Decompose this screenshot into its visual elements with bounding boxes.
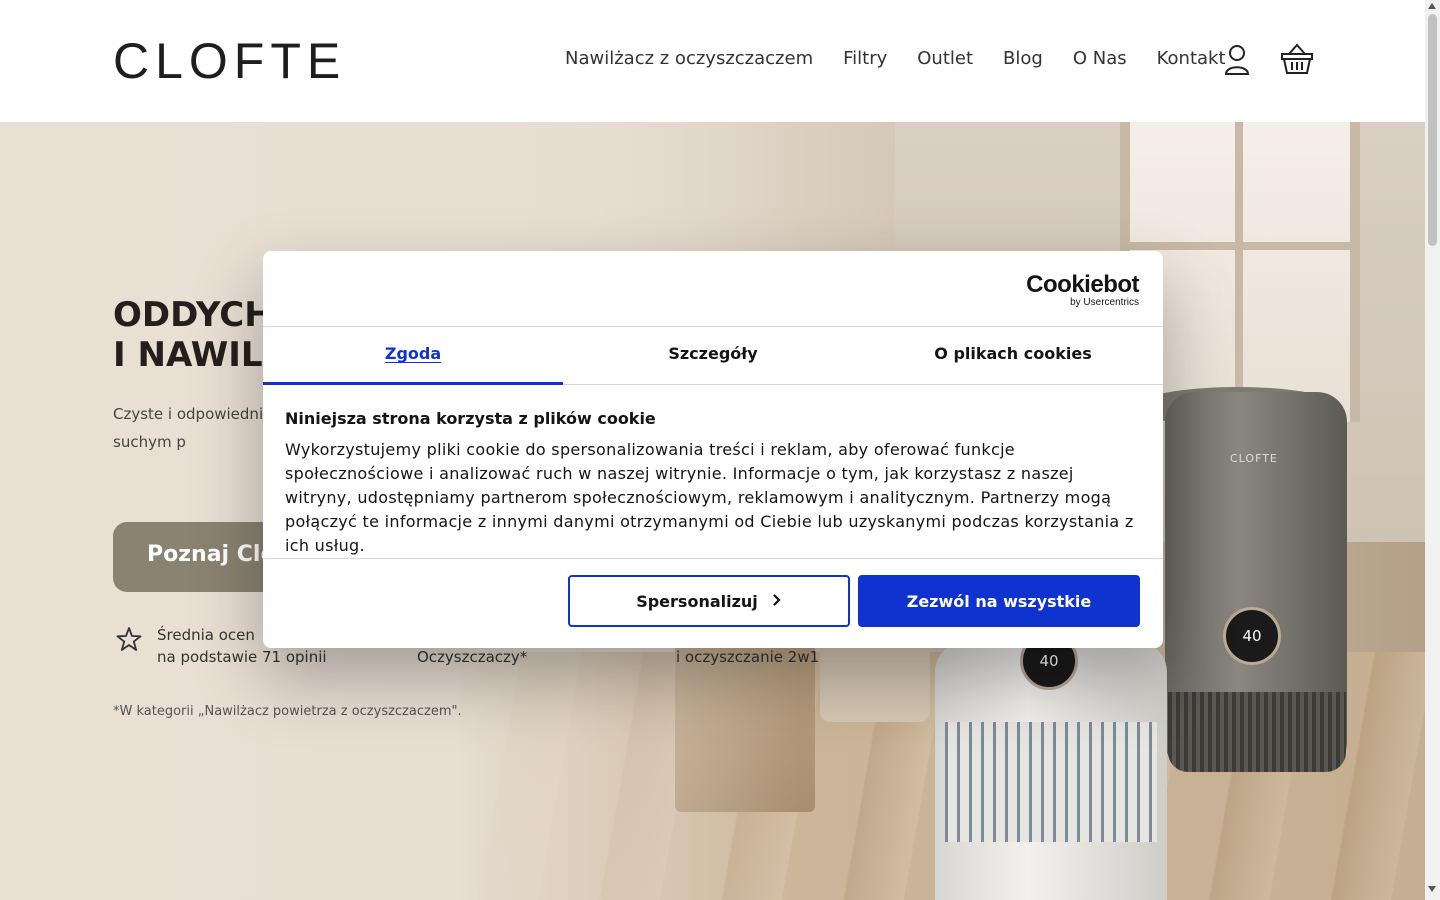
scroll-up-arrow-icon[interactable] [1428, 3, 1436, 9]
purifier-display: 40 [1223, 607, 1281, 665]
cookie-body: Niniejsza strona korzysta z plików cooki… [285, 409, 1145, 558]
chevron-right-icon [772, 592, 782, 611]
cookie-actions: Spersonalizuj Zezwól na wszystkie [263, 558, 1163, 648]
star-icon [116, 626, 142, 656]
tab-about-cookies[interactable]: O plikach cookies [863, 327, 1163, 384]
user-icon[interactable] [1224, 44, 1250, 80]
cookiebot-logo[interactable]: Cookiebot by Usercentrics [1026, 273, 1139, 309]
purifier-brand-label: CLOFTE [1230, 452, 1278, 465]
feature-rating-line2: na podstawie 71 opinii [157, 648, 327, 666]
main-nav: Nawilżacz z oczyszczaczem Filtry Outlet … [565, 48, 1226, 69]
scroll-down-arrow-icon[interactable] [1428, 886, 1436, 892]
tab-consent[interactable]: Zgoda [263, 327, 563, 385]
cookie-heading: Niniejsza strona korzysta z plików cooki… [285, 409, 656, 428]
allow-all-button[interactable]: Zezwól na wszystkie [858, 575, 1140, 627]
nav-item-about[interactable]: O Nas [1073, 48, 1127, 69]
purifier-white-vent [945, 722, 1157, 842]
nav-item-outlet[interactable]: Outlet [917, 48, 973, 69]
nav-item-filters[interactable]: Filtry [843, 48, 887, 69]
cookiebot-brand: Cookiebot [1026, 271, 1139, 298]
customize-button[interactable]: Spersonalizuj [568, 575, 850, 627]
nav-item-blog[interactable]: Blog [1003, 48, 1043, 69]
cookie-tabs: Zgoda Szczegóły O plikach cookies [263, 326, 1163, 385]
feature-2in1: i oczyszczanie 2w1 [676, 648, 820, 666]
customize-button-label: Spersonalizuj [636, 591, 758, 611]
page-scrollbar[interactable] [1425, 0, 1440, 900]
cart-icon[interactable] [1280, 42, 1314, 80]
feature-category: Oczyszczaczy* [417, 648, 528, 666]
cookie-consent-dialog: Cookiebot by Usercentrics Zgoda Szczegół… [263, 251, 1163, 648]
hero-footnote: *W kategorii „Nawilżacz powietrza z oczy… [113, 704, 462, 719]
nav-item-humidifier[interactable]: Nawilżacz z oczyszczaczem [565, 48, 813, 69]
site-logo[interactable]: CLOFTE [113, 36, 346, 86]
nav-item-contact[interactable]: Kontakt [1157, 48, 1226, 69]
purifier-grey-vent [1168, 692, 1346, 772]
cookie-description: Wykorzystujemy pliki cookie do spersonal… [285, 440, 1134, 555]
scroll-thumb[interactable] [1428, 14, 1437, 246]
site-header: CLOFTE Nawilżacz z oczyszczaczem Filtry … [0, 0, 1425, 122]
cookiebot-brand-sub: by Usercentrics [1070, 297, 1139, 308]
tab-details[interactable]: Szczegóły [563, 327, 863, 384]
